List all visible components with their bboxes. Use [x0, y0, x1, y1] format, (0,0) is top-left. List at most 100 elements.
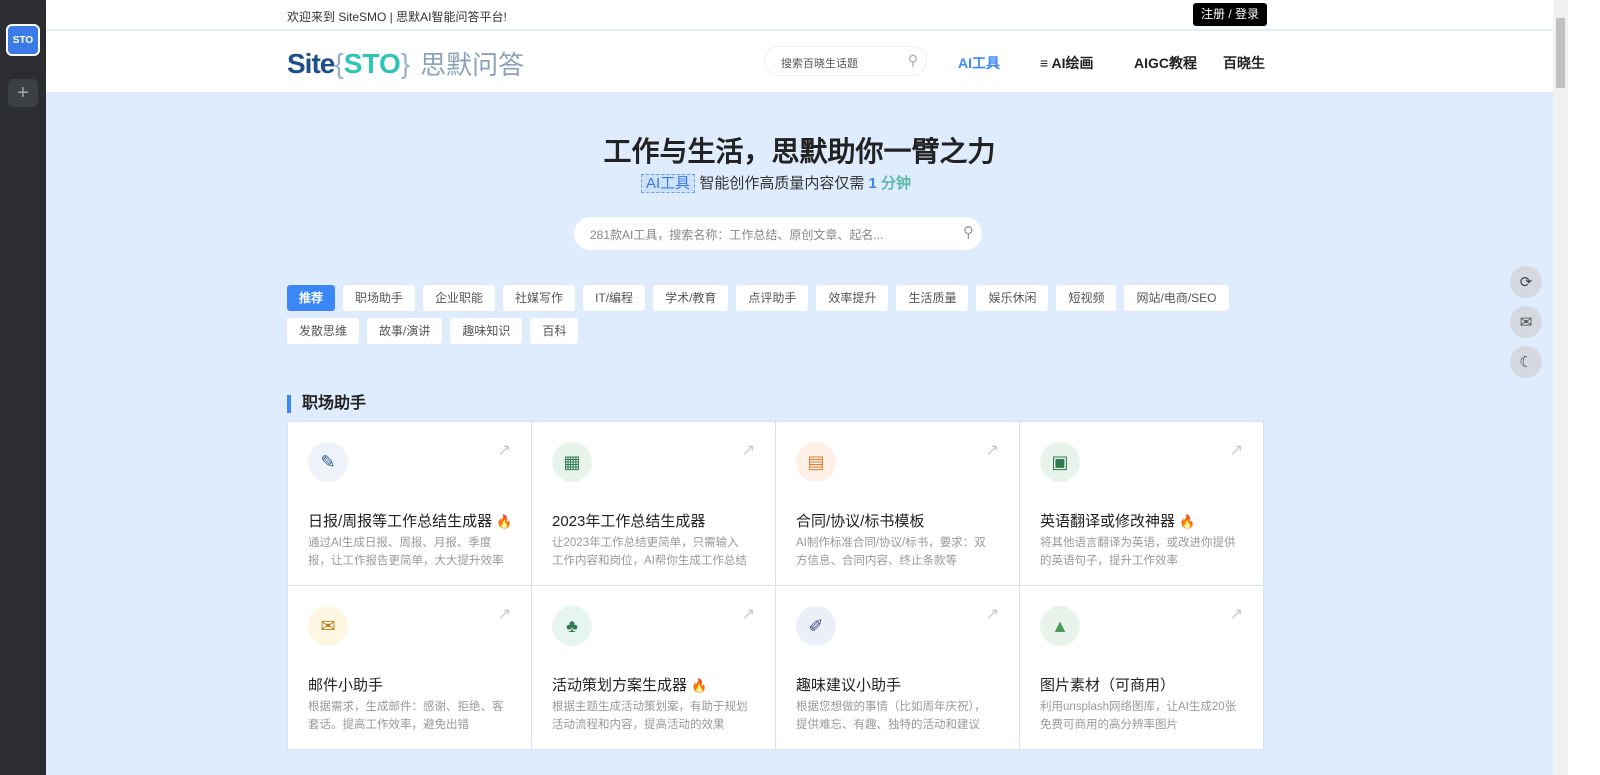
tool-card[interactable]: ▲ ↗ 图片素材（可商用） 利用unsplash网络图库，让AI生成20张免费可… [1020, 586, 1264, 750]
category-tab[interactable]: 生活质量 [896, 285, 969, 311]
tool-description: 根据主题生成活动策划案，有助于规划活动流程和内容，提高活动的效果 [552, 701, 748, 731]
tool-title: 英语翻译或修改神器 🔥 [1040, 510, 1195, 531]
category-tab[interactable]: 点评助手 [736, 285, 809, 311]
welcome-text: 欢迎来到 SiteSMO | 思默AI智能问答平台! [287, 10, 507, 24]
dark-mode-icon[interactable]: ☾ [1510, 346, 1542, 378]
search-placeholder: 搜索百晓生话题 [781, 58, 858, 70]
tool-grid: ✎ ↗ 日报/周报等工作总结生成器 🔥 通过AI生成日报、周报、月报、季度报，让… [287, 421, 1264, 750]
arrow-up-right-icon[interactable]: ↗ [986, 440, 999, 460]
tool-description: 利用unsplash网络图库，让AI生成20张免费可商用的高分辨率图片 [1040, 701, 1237, 731]
tool-title-text: 活动策划方案生成器 [552, 677, 688, 694]
tool-title-text: 2023年工作总结生成器 [552, 513, 706, 530]
hero-unit: 分钟 [881, 175, 912, 192]
category-tab[interactable]: 百科 [530, 318, 579, 344]
hot-fire-icon: 🔥 [496, 514, 513, 529]
tool-card[interactable]: ✐ ↗ 趣味建议小助手 根据您想做的事情（比如周年庆祝），提供难忘、有趣、独特的… [776, 586, 1020, 750]
arrow-up-right-icon[interactable]: ↗ [498, 440, 511, 460]
search-icon[interactable]: ⚲ [908, 52, 918, 69]
nav-baixiaosheng[interactable]: 百晓生 [1223, 53, 1265, 73]
category-tab[interactable]: 效率提升 [816, 285, 889, 311]
logo-brace: { [334, 47, 344, 79]
scrollbar[interactable] [1553, 0, 1568, 775]
tool-title: 图片素材（可商用） [1040, 674, 1175, 695]
tool-title: 合同/协议/标书模板 [796, 510, 924, 531]
arrow-up-right-icon[interactable]: ↗ [742, 604, 755, 624]
tool-description: AI制作标准合同/协议/标书，要求：双方信息、合同内容、终止条款等 [796, 537, 986, 567]
tool-title-text: 图片素材（可商用） [1040, 677, 1176, 694]
arrow-up-right-icon[interactable]: ↗ [986, 604, 999, 624]
tool-title: 邮件小助手 [308, 674, 383, 695]
tool-card[interactable]: ✉ ↗ 邮件小助手 根据需求，生成邮件：感谢、拒绝、客套话。提高工作效率，避免出… [288, 586, 532, 750]
category-tab[interactable]: IT/编程 [583, 285, 646, 311]
share-icon[interactable]: ⟳ [1510, 266, 1542, 298]
tool-description: 根据您想做的事情（比如周年庆祝），提供难忘、有趣、独特的活动和建议 [796, 701, 986, 731]
category-tab[interactable]: 短视频 [1056, 285, 1117, 311]
tool-title: 趣味建议小助手 [796, 674, 901, 695]
tool-title-text: 日报/周报等工作总结生成器 [308, 513, 493, 530]
tool-description: 将其他语言翻译为英语，或改进你提供的英语句子，提升工作效率 [1040, 537, 1236, 567]
nav-ai-drawing[interactable]: ≡ AI绘画 [1040, 53, 1094, 73]
tool-icon: ▦ [552, 442, 592, 482]
category-tab[interactable]: 社媒写作 [503, 285, 576, 311]
logo[interactable]: Site { STO } 思默问答 [287, 45, 524, 82]
search-placeholder: 281款AI工具，搜索名称：工作总结、原创文章、起名... [590, 228, 884, 242]
arrow-up-right-icon[interactable]: ↗ [742, 440, 755, 460]
category-tab[interactable]: 企业职能 [423, 285, 496, 311]
category-tab[interactable]: 发散思维 [287, 318, 360, 344]
header: Site { STO } 思默问答 搜索百晓生话题 ⚲ AI工具 ≡ AI绘画 … [46, 31, 1553, 92]
arrow-up-right-icon[interactable]: ↗ [1230, 440, 1243, 460]
tool-icon: ♣ [552, 606, 592, 646]
tool-card[interactable]: ▤ ↗ 合同/协议/标书模板 AI制作标准合同/协议/标书，要求：双方信息、合同… [776, 422, 1020, 586]
category-tab[interactable]: 职场助手 [343, 285, 416, 311]
arrow-up-right-icon[interactable]: ↗ [498, 604, 511, 624]
sitesmo-app-button[interactable]: STO [6, 24, 40, 56]
search-icon[interactable]: ⚲ [963, 223, 974, 241]
tool-card[interactable]: ✎ ↗ 日报/周报等工作总结生成器 🔥 通过AI生成日报、周报、月报、季度报，让… [288, 422, 532, 586]
nav-ai-tools[interactable]: AI工具 [958, 53, 1000, 73]
login-button[interactable]: 注册 / 登录 [1193, 3, 1268, 26]
logo-smo: STO [343, 47, 401, 79]
logo-cn: 思默问答 [420, 50, 525, 80]
category-tab[interactable]: 网站/电商/SEO [1124, 285, 1229, 311]
tool-description: 根据需求，生成邮件：感谢、拒绝、客套话。提高工作效率，避免出错 [308, 701, 504, 731]
message-icon[interactable]: ✉ [1510, 306, 1542, 338]
tool-title-text: 趣味建议小助手 [796, 677, 902, 694]
tool-card[interactable]: ♣ ↗ 活动策划方案生成器 🔥 根据主题生成活动策划案，有助于规划活动流程和内容… [532, 586, 776, 750]
category-tab[interactable]: 推荐 [287, 285, 336, 311]
tool-card[interactable]: ▣ ↗ 英语翻译或修改神器 🔥 将其他语言翻译为英语，或改进你提供的英语句子，提… [1020, 422, 1264, 586]
add-app-button[interactable]: + [8, 79, 38, 107]
category-tab[interactable]: 故事/演讲 [367, 318, 443, 344]
hero-tag: AI工具 [640, 174, 696, 193]
tool-icon: ▤ [796, 442, 836, 482]
tool-title-text: 英语翻译或修改神器 [1040, 513, 1176, 530]
hot-fire-icon: 🔥 [1179, 514, 1196, 529]
tool-title: 活动策划方案生成器 🔥 [552, 674, 707, 695]
header-search-input[interactable]: 搜索百晓生话题 ⚲ [764, 46, 927, 76]
nav-aigc-tutorial[interactable]: AIGC教程 [1134, 53, 1197, 73]
tool-icon: ▲ [1040, 606, 1080, 646]
logo-site: Site [287, 47, 335, 79]
tool-title: 2023年工作总结生成器 [552, 510, 705, 531]
hero-sub-text: 智能创作高质量内容仅需 [699, 175, 865, 192]
tool-title-text: 邮件小助手 [308, 677, 384, 694]
tool-icon: ✉ [308, 606, 348, 646]
tool-card[interactable]: ▦ ↗ 2023年工作总结生成器 让2023年工作总结更简单，只需输入工作内容和… [532, 422, 776, 586]
category-tab[interactable]: 趣味知识 [450, 318, 523, 344]
browser-sidebar: STO + [0, 0, 46, 775]
tool-title-text: 合同/协议/标书模板 [796, 513, 925, 530]
hero-title: 工作与生活，思默助你一臂之力 [603, 136, 996, 167]
hero-subtitle: AI工具 智能创作高质量内容仅需 1 分钟 [46, 172, 1506, 193]
scrollbar-thumb[interactable] [1556, 18, 1565, 88]
tool-icon: ✐ [796, 606, 836, 646]
category-tab[interactable]: 娱乐休闲 [976, 285, 1049, 311]
section-title: 职场助手 [287, 395, 366, 413]
hero-num: 1 [868, 175, 877, 192]
tool-icon: ▣ [1040, 442, 1080, 482]
arrow-up-right-icon[interactable]: ↗ [1230, 604, 1243, 624]
tool-search-input[interactable]: 281款AI工具，搜索名称：工作总结、原创文章、起名... ⚲ [574, 217, 982, 250]
category-tab[interactable]: 学术/教育 [653, 285, 729, 311]
hot-fire-icon: 🔥 [691, 678, 708, 693]
page: 欢迎来到 SiteSMO | 思默AI智能问答平台! 注册 / 登录 Site … [46, 0, 1553, 775]
tool-description: 让2023年工作总结更简单，只需输入工作内容和岗位，AI帮你生成工作总结 [552, 537, 747, 567]
logo-brace: } [400, 47, 411, 79]
